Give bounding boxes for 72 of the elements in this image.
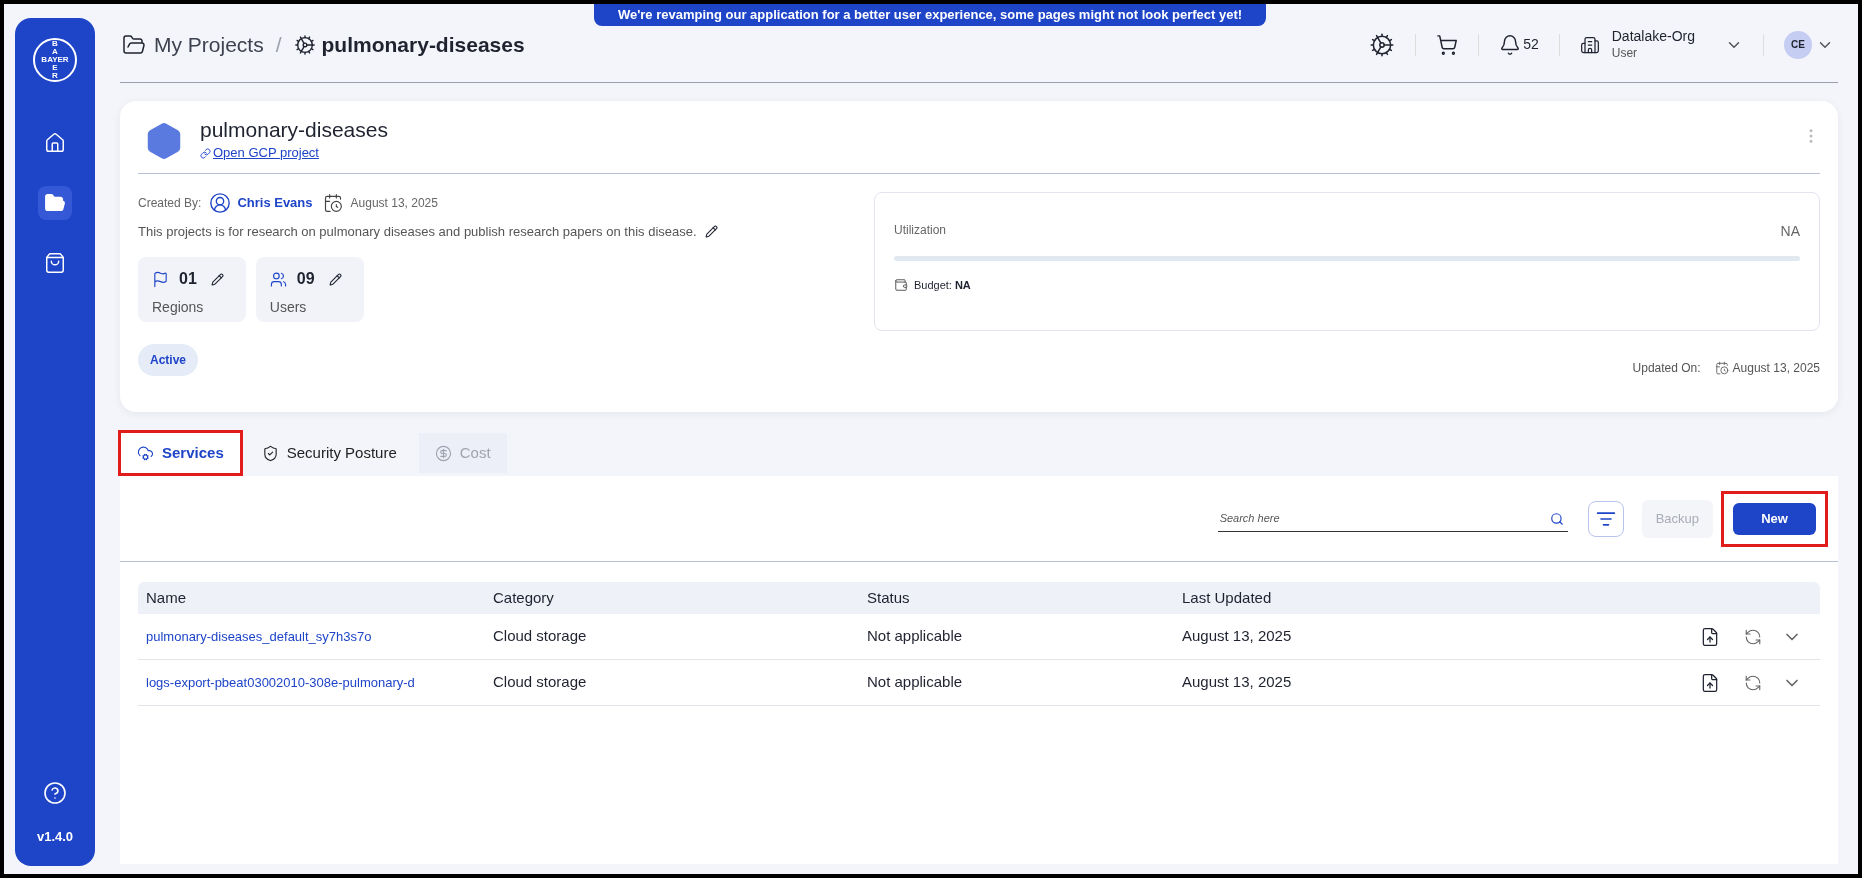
- updated-label: Updated On:: [1632, 359, 1701, 377]
- column-header: Last Updated: [1182, 588, 1272, 606]
- link-icon: [200, 147, 211, 159]
- bell-icon[interactable]: [1499, 33, 1522, 56]
- updated-date: August 13, 2025: [1732, 359, 1820, 377]
- service-link[interactable]: pulmonary-diseases_default_sy7h3s7o: [146, 629, 372, 645]
- stat-value: 09: [296, 269, 315, 290]
- announcement-banner: We're revamping our application for a better user experience, some pages might not look perfect yet!: [594, 4, 1266, 26]
- created-by-label: Created By:: [138, 194, 202, 212]
- project-title: pulmonary-diseases: [200, 117, 388, 143]
- building-icon: [1579, 34, 1600, 55]
- gear-icon: [293, 33, 316, 56]
- breadcrumb-link[interactable]: My Projects: [154, 28, 264, 61]
- gcp-link[interactable]: Open GCP project: [200, 143, 388, 163]
- settings-icon[interactable]: [1369, 31, 1396, 58]
- budget-label: Budget:: [914, 277, 952, 293]
- created-date: August 13, 2025: [350, 194, 438, 212]
- upload-icon[interactable]: [1700, 672, 1720, 693]
- filter-button[interactable]: [1587, 500, 1624, 537]
- flag-icon: [152, 270, 169, 288]
- logo-text: ER: [52, 64, 58, 80]
- stat-value: 01: [179, 269, 197, 290]
- stat-label: Users: [269, 298, 308, 318]
- pencil-icon[interactable]: [328, 272, 342, 286]
- help-icon[interactable]: [43, 780, 67, 805]
- folder-icon: [122, 32, 146, 57]
- budget-value: NA: [954, 277, 971, 293]
- org-name: Datalake-Org: [1611, 28, 1695, 46]
- creator-name[interactable]: Chris Evans: [237, 193, 313, 213]
- users-icon: [269, 270, 287, 288]
- table-cell: August 13, 2025: [1182, 627, 1292, 645]
- table-cell: Cloud storage: [493, 673, 587, 691]
- column-header: Category: [493, 588, 554, 606]
- upload-icon[interactable]: [1700, 626, 1720, 647]
- version-label: v1.4.0: [36, 827, 74, 846]
- calendar-icon: [1714, 360, 1729, 375]
- new-button[interactable]: New: [1733, 502, 1816, 535]
- project-description: This projects is for research on pulmonary diseases and publish research papers on this disease.: [138, 222, 697, 241]
- breadcrumb-current: pulmonary-diseases: [321, 31, 525, 58]
- breadcrumb-separator: /: [275, 31, 282, 58]
- status-badge: Active: [138, 344, 199, 377]
- pencil-icon[interactable]: [210, 272, 224, 286]
- notification-count: 52: [1523, 35, 1539, 54]
- cart-icon[interactable]: [1436, 33, 1459, 56]
- dollar-icon: [434, 444, 452, 462]
- user-avatar[interactable]: CE: [1784, 30, 1812, 59]
- search-icon[interactable]: [1549, 511, 1564, 526]
- stat-label: Regions: [152, 298, 205, 318]
- tab[interactable]: Security Posture: [245, 433, 413, 473]
- logo-text: BA: [52, 40, 58, 56]
- table-cell: Not applicable: [867, 673, 963, 691]
- wallet-icon: [894, 278, 908, 292]
- user-role: User: [1611, 45, 1639, 61]
- column-header: Status: [867, 588, 910, 606]
- folder-icon[interactable]: [38, 186, 72, 220]
- tab[interactable]: Services: [121, 433, 240, 473]
- utilization-value: NA: [1780, 221, 1800, 241]
- service-link[interactable]: logs-export-pbeat03002010-308e-pulmonary-d: [146, 675, 415, 691]
- cloud-icon: [137, 444, 154, 462]
- search-field[interactable]: Search here: [1217, 505, 1568, 532]
- table-cell: Not applicable: [867, 627, 963, 645]
- logo-text: BAYER: [41, 56, 69, 64]
- column-header: Name: [146, 588, 186, 606]
- table-cell: Cloud storage: [493, 627, 587, 645]
- shield-icon: [261, 444, 279, 462]
- table-cell: August 13, 2025: [1182, 673, 1292, 691]
- calendar-icon: [322, 192, 343, 213]
- utilization-label: Utilization: [894, 221, 947, 239]
- user-icon: [209, 191, 232, 214]
- refresh-icon[interactable]: [1744, 673, 1762, 692]
- pencil-icon[interactable]: [704, 225, 718, 238]
- refresh-icon[interactable]: [1744, 627, 1762, 646]
